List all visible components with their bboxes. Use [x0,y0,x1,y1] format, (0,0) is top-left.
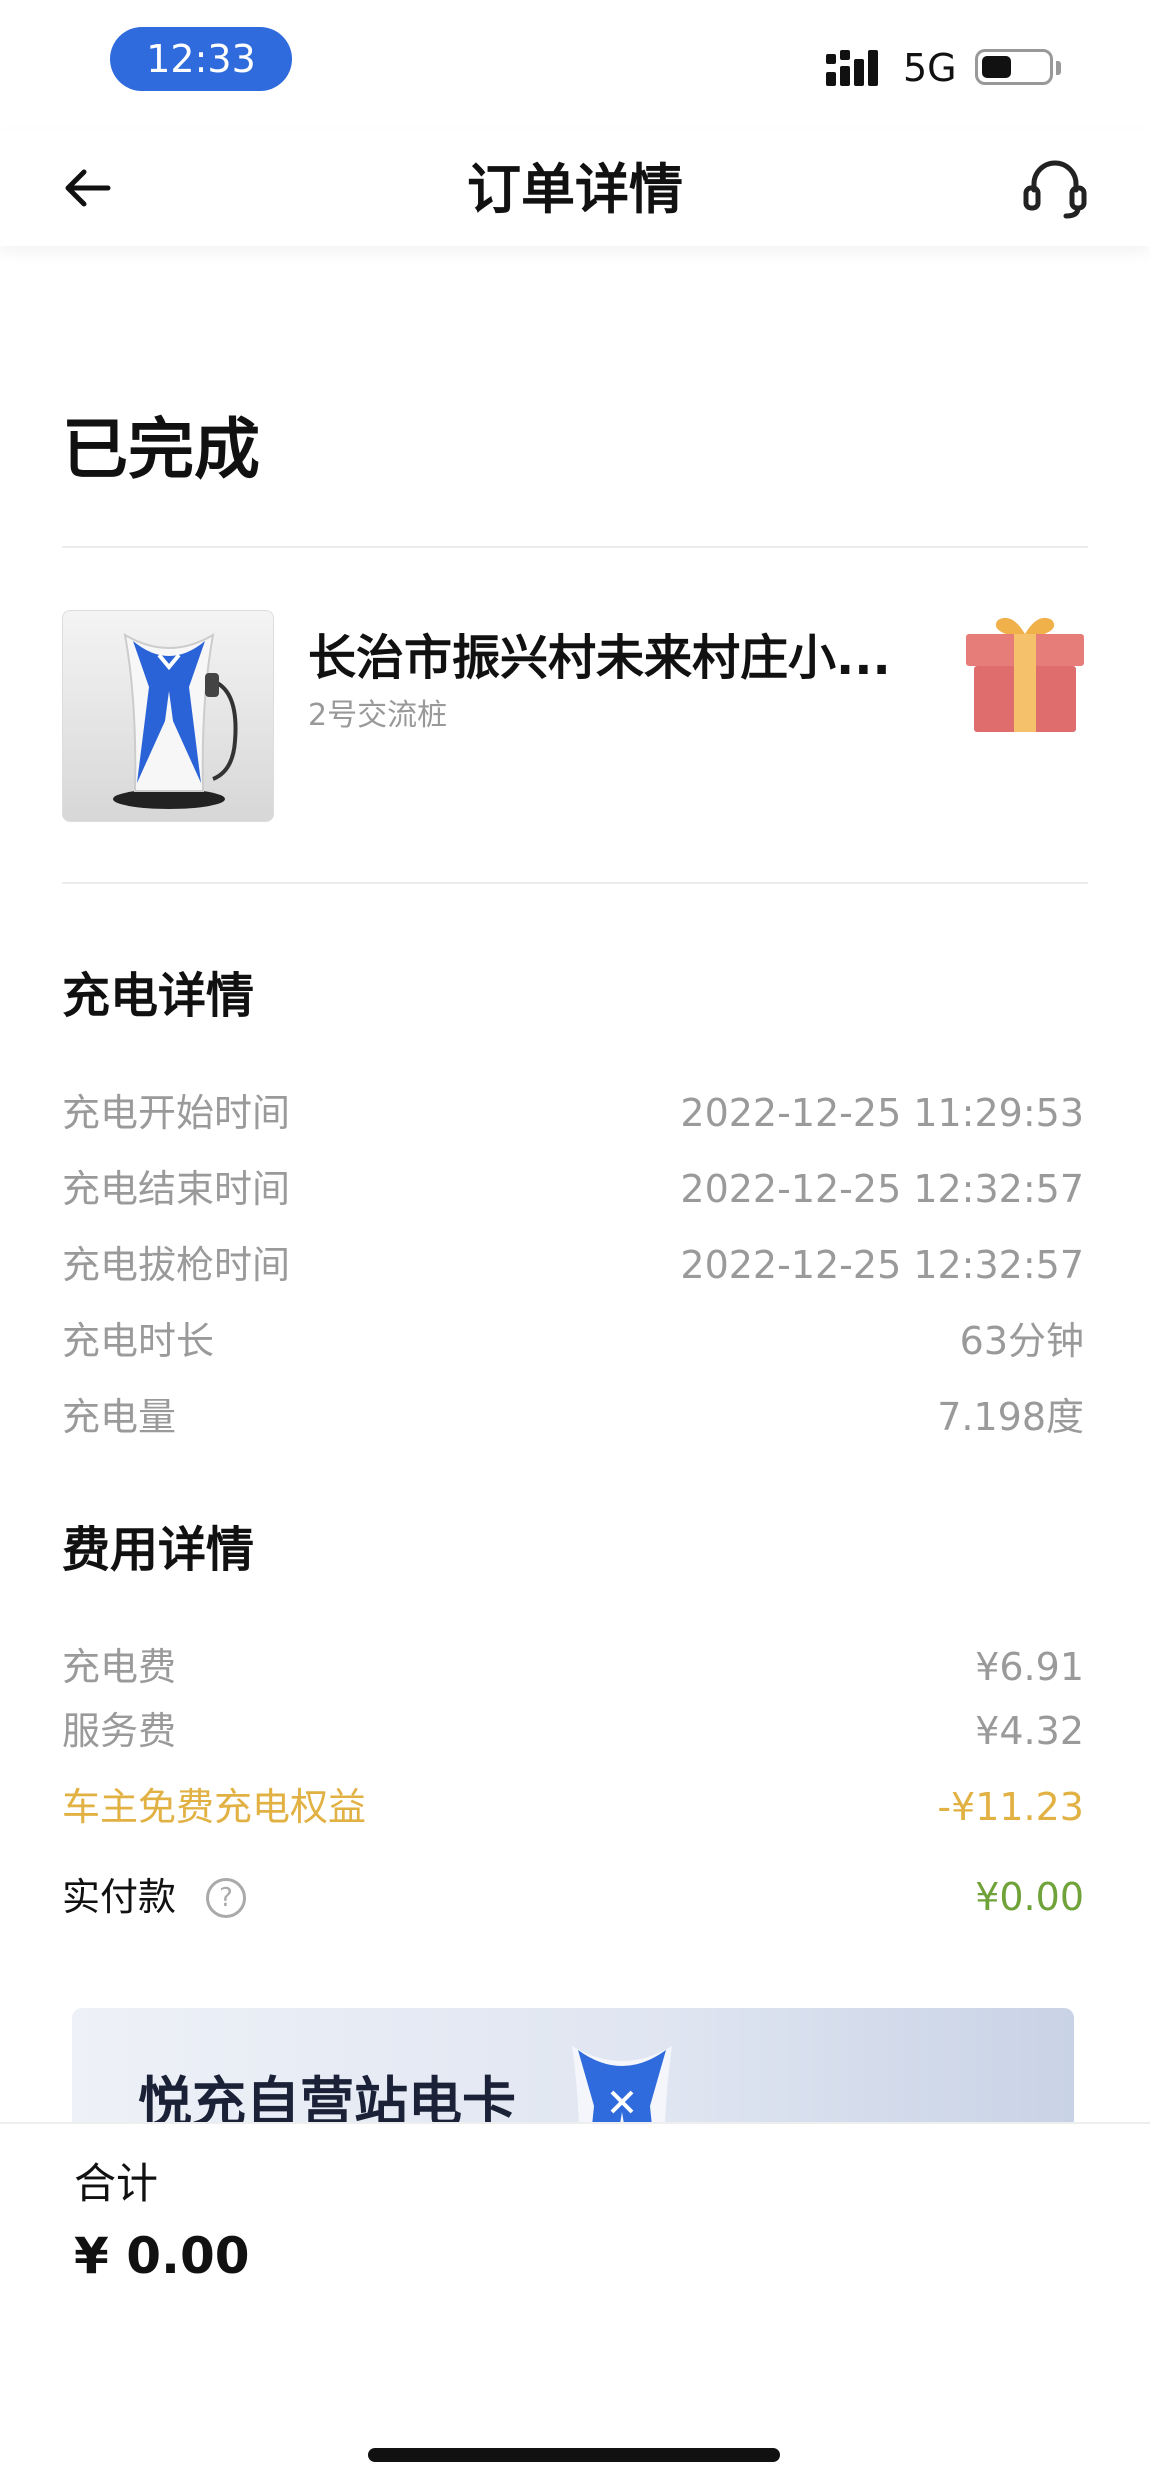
station-name[interactable]: 长治市振兴村未来村庄小... [308,628,918,688]
charger-pile-label: 2号交流桩 [308,698,448,733]
question-circle-icon[interactable]: ? [206,1878,246,1918]
page-title: 订单详情 [467,158,683,221]
charge-start-label: 充电开始时间 [62,1091,291,1135]
paid-amount-label: 实付款 [62,1875,177,1919]
fee-details-title: 费用详情 [62,1522,255,1578]
home-indicator [368,2448,780,2462]
status-bar: 12:33 5G [0,0,1150,130]
charger-image [62,610,274,822]
status-time: 12:33 [110,27,292,91]
nav-bar: 订单详情 [0,130,1150,246]
battery-icon [975,49,1053,85]
duration-value: 63分钟 [959,1319,1084,1363]
energy-value: 7.198度 [937,1395,1084,1439]
charge-start-value: 2022-12-25 11:29:53 [680,1091,1084,1135]
service-fee-value: ¥4.32 [975,1709,1084,1753]
headset-icon[interactable] [1020,156,1090,220]
battery-tip [1056,61,1061,75]
divider [62,546,1088,548]
duration-label: 充电时长 [62,1319,215,1363]
order-status: 已完成 [62,411,260,488]
total-value: ¥ 0.00 [74,2227,250,2285]
owner-benefit-label: 车主免费充电权益 [62,1785,367,1829]
unplug-time-label: 充电拔枪时间 [62,1243,291,1287]
footer-bar: 合计 ¥ 0.00 [0,2122,1150,2490]
charge-end-label: 充电结束时间 [62,1167,291,1211]
energy-label: 充电量 [62,1395,177,1439]
charge-end-value: 2022-12-25 12:32:57 [680,1167,1084,1211]
network-type: 5G [903,46,957,90]
service-fee-label: 服务费 [62,1709,177,1753]
cellular-signal-icon [826,50,878,86]
total-label: 合计 [74,2159,159,2208]
divider [62,882,1088,884]
unplug-time-value: 2022-12-25 12:32:57 [680,1243,1084,1287]
charge-fee-label: 充电费 [62,1645,177,1689]
charge-fee-value: ¥6.91 [975,1645,1084,1689]
charging-details-title: 充电详情 [62,968,255,1024]
gift-icon[interactable] [962,610,1088,736]
owner-benefit-value: -¥11.23 [937,1785,1084,1829]
paid-amount-value: ¥0.00 [975,1875,1084,1919]
